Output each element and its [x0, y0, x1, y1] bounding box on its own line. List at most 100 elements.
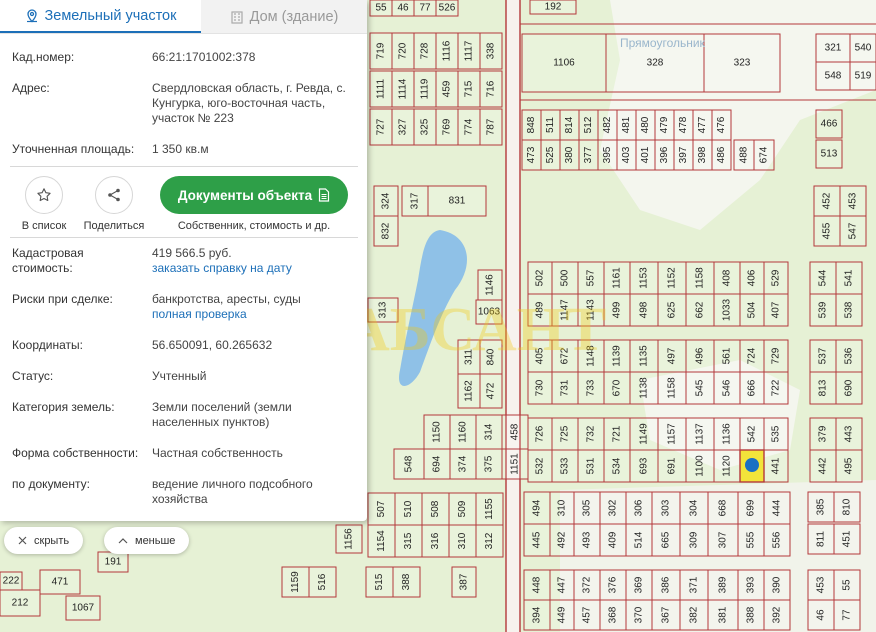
parcel-number: 1150 — [432, 421, 443, 443]
parcel-number: 323 — [734, 58, 751, 69]
status-label: Статус: — [12, 369, 54, 383]
parcel-number: 380 — [564, 146, 575, 163]
parcel-number: 1135 — [639, 345, 650, 367]
parcel-number: 504 — [747, 301, 758, 318]
parcel-number: 541 — [844, 269, 855, 286]
parcel-number: 690 — [844, 379, 855, 396]
risks-value-block: банкротства, аресты, суды полная проверк… — [152, 292, 357, 322]
tab-land-plot[interactable]: Земельный участок — [0, 0, 201, 33]
parcel-number: 547 — [848, 222, 859, 239]
parcel-number: 525 — [545, 146, 556, 163]
chevron-up-icon — [118, 538, 128, 544]
parcel-number: 1161 — [612, 267, 623, 289]
share-button[interactable]: Поделиться — [82, 176, 146, 232]
add-to-list-button[interactable]: В список — [12, 176, 76, 232]
parcel-number: 310 — [557, 499, 568, 516]
parcel-number: 693 — [639, 457, 650, 474]
parcel-number: 478 — [678, 116, 689, 133]
parcel-number: 310 — [457, 532, 468, 549]
parcel-number: 398 — [697, 146, 708, 163]
parcel-number: 539 — [818, 301, 829, 318]
parcel-number: 497 — [667, 347, 678, 364]
parcel-number: 395 — [602, 146, 613, 163]
parcel-number: 511 — [545, 117, 556, 133]
parcel-number: 787 — [486, 118, 497, 135]
cad-number-value[interactable]: 66:21:1701002:378 — [152, 50, 357, 65]
full-check-link[interactable]: полная проверка — [152, 307, 247, 321]
category-value: Земли поселений (земли населенных пункто… — [152, 400, 292, 429]
parcel-number: 444 — [772, 499, 783, 516]
risks-row: Риски при сделке: банкротства, аресты, с… — [12, 292, 357, 322]
location-pin-icon — [26, 8, 37, 22]
show-less-button[interactable]: меньше — [104, 527, 190, 554]
parcel-number: 459 — [442, 80, 453, 97]
parcel-number: 496 — [695, 347, 706, 364]
parcel-number: 561 — [722, 347, 733, 364]
parcel-number: 813 — [818, 379, 829, 396]
parcel-number: 733 — [586, 379, 597, 396]
cost-value-block: 419 566.5 руб. заказать справку на дату — [152, 246, 357, 276]
parcel-number: 482 — [602, 116, 613, 133]
parcel-number: 557 — [586, 269, 597, 286]
parcel-number: 486 — [716, 146, 727, 163]
parcel-number: 811 — [816, 531, 827, 547]
parcel-number: 77 — [842, 609, 853, 621]
parcel-number: 509 — [457, 500, 468, 517]
parcel-number: 396 — [659, 146, 670, 163]
parcel-number: 394 — [532, 606, 543, 623]
parcel-number: 379 — [818, 425, 829, 442]
parcel-number: 302 — [608, 499, 619, 516]
parcel-number: 222 — [3, 576, 20, 587]
parcel-number: 1136 — [722, 423, 733, 445]
parcel-number: 814 — [564, 116, 575, 133]
close-icon — [18, 536, 27, 545]
parcel-number: 453 — [816, 576, 827, 593]
parcel-number: 719 — [376, 42, 387, 59]
order-certificate-link[interactable]: заказать справку на дату — [152, 261, 292, 275]
less-label: меньше — [135, 534, 176, 547]
parcel-number: 519 — [855, 71, 872, 82]
panel-tabs: Земельный участок Дом (здание) — [0, 0, 367, 34]
parcel-number: 1033 — [722, 298, 733, 321]
parcel-number: 668 — [718, 499, 729, 516]
parcel-number: 535 — [771, 425, 782, 442]
parcel-number: 533 — [560, 457, 571, 474]
parcel-number: 1151 — [510, 453, 521, 475]
parcel-number: 452 — [822, 192, 833, 209]
parcel-number: 665 — [661, 531, 672, 548]
parcel-number: 512 — [583, 116, 594, 133]
parcel-number: 493 — [582, 531, 593, 548]
parcel-number: 832 — [381, 222, 392, 239]
risks-label: Риски при сделке: — [12, 292, 113, 306]
parcel-number: 327 — [398, 118, 409, 135]
parcel-number: 488 — [739, 146, 750, 163]
add-to-list-label: В список — [21, 220, 67, 232]
parcel-number: 494 — [532, 499, 543, 516]
parcel-number: 321 — [825, 43, 842, 54]
parcel-number: 376 — [608, 576, 619, 593]
watermark-text: АБСАНТ — [345, 296, 606, 364]
action-bar: В список Поделиться Документы объекта Со… — [0, 167, 367, 237]
tab-building[interactable]: Дом (здание) — [201, 0, 367, 33]
parcel-number: 625 — [667, 301, 678, 318]
parcel-number: 368 — [608, 606, 619, 623]
ownership-row: Форма собственности: Частная собственнос… — [12, 446, 357, 461]
parcel-number: 408 — [722, 269, 733, 286]
purpose-label: по документу: — [12, 477, 90, 491]
parcel-number: 401 — [640, 146, 651, 163]
parcel-number: 457 — [582, 606, 593, 623]
ownership-label: Форма собственности: — [12, 446, 139, 460]
documents-button[interactable]: Документы объекта — [160, 176, 348, 214]
parcel-number: 507 — [376, 500, 387, 517]
rectangle-tool-label[interactable]: Прямоугольник — [620, 36, 706, 50]
hide-panel-button[interactable]: скрыть — [4, 527, 84, 554]
selected-parcel-marker[interactable] — [745, 458, 759, 472]
parcel-number: 699 — [746, 499, 757, 516]
parcel-number: 1153 — [639, 267, 650, 289]
parcel-number: 466 — [821, 119, 838, 130]
parcel-number: 46 — [397, 3, 409, 14]
parcel-number: 1139 — [612, 345, 623, 367]
area-value: 1 350 кв.м — [152, 142, 209, 156]
parcel-number: 810 — [842, 498, 853, 515]
coords-row: Координаты: 56.650091, 60.265632 — [12, 338, 357, 353]
